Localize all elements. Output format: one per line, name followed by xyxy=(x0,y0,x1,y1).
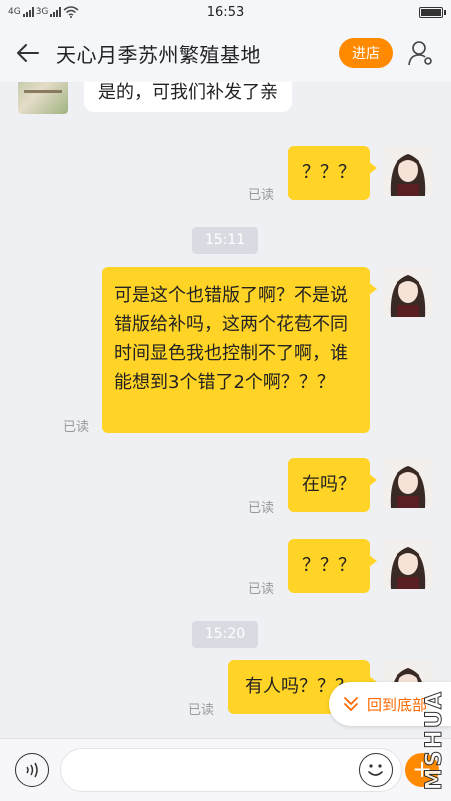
message-bubble-outgoing[interactable]: ？？？ xyxy=(288,146,377,200)
message-text: ？？？ xyxy=(302,555,356,576)
clock: 16:53 xyxy=(206,4,245,20)
anime-girl-avatar-image xyxy=(383,146,433,196)
message-bubble-outgoing[interactable]: 可是这个也错版了啊？不是说错版给补吗，这两个花苞不同时间显色我也控制不了啊，谁能… xyxy=(102,267,377,433)
read-status: 已读 xyxy=(248,188,275,203)
user-avatar[interactable] xyxy=(383,146,433,196)
signal-bars-icon xyxy=(50,7,62,17)
read-status: 已读 xyxy=(63,420,90,435)
chat-title: 天心月季苏州繁殖基地 xyxy=(56,42,261,67)
voice-wave-icon xyxy=(26,762,38,778)
message-input-bar: + xyxy=(0,738,451,801)
seller-avatar[interactable] xyxy=(18,82,68,114)
message-text: ？？？ xyxy=(302,162,356,183)
user-avatar[interactable] xyxy=(383,267,433,317)
read-status: 已读 xyxy=(248,582,275,597)
anime-girl-avatar-image xyxy=(383,458,433,508)
message-bubble-outgoing[interactable]: 在吗？ xyxy=(288,458,377,512)
enter-shop-button[interactable]: 进店 xyxy=(339,38,393,68)
signal-bars-icon xyxy=(22,7,34,17)
message-bubble-incoming[interactable]: 是的，可我们补发了亲 xyxy=(84,82,292,112)
user-profile-button[interactable] xyxy=(407,39,435,67)
read-status: 已读 xyxy=(248,501,275,516)
user-settings-icon xyxy=(408,41,432,66)
user-avatar[interactable] xyxy=(383,458,433,508)
read-status: 已读 xyxy=(188,703,215,718)
chat-header: 天心月季苏州繁殖基地 进店 xyxy=(0,24,451,82)
double-chevron-down-icon xyxy=(344,697,358,711)
signal-label-2: 3G xyxy=(35,7,49,17)
message-bubble-outgoing[interactable]: ？？？ xyxy=(288,539,377,593)
voice-input-button[interactable] xyxy=(15,753,49,787)
user-avatar[interactable] xyxy=(383,539,433,589)
back-button[interactable] xyxy=(0,24,56,82)
signal-indicator: 4G 3G xyxy=(8,6,79,18)
watermark: MSHUA xyxy=(422,690,448,791)
status-bar: 4G 3G 16:53 xyxy=(0,0,451,24)
arrow-left-icon xyxy=(17,44,39,62)
chat-message-list[interactable]: 是的，可我们补发了亲 ？？？ 已读 15:11 可是这个也错版了啊？不是说错版给… xyxy=(0,82,451,738)
anime-girl-avatar-image xyxy=(383,267,433,317)
timestamp: 15:20 xyxy=(192,621,258,648)
message-text-input[interactable] xyxy=(60,748,402,792)
message-text: 在吗？ xyxy=(302,474,356,495)
smiley-face-icon xyxy=(368,764,383,776)
signal-label-1: 4G xyxy=(8,7,21,17)
timestamp: 15:11 xyxy=(192,227,258,254)
message-text: 可是这个也错版了啊？不是说错版给补吗，这两个花苞不同时间显色我也控制不了啊，谁能… xyxy=(114,285,348,393)
anime-girl-avatar-image xyxy=(383,539,433,589)
battery-icon xyxy=(419,6,446,18)
wifi-icon xyxy=(63,6,79,18)
scroll-to-bottom-label: 回到底部 xyxy=(367,695,428,714)
emoji-button[interactable] xyxy=(359,753,393,787)
